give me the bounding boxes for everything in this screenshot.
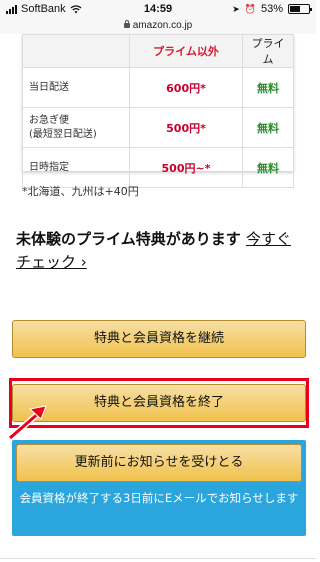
notify-description: 会員資格が終了する3日前にEメールでお知らせします bbox=[19, 491, 299, 505]
notify-before-renewal-button[interactable]: 更新前にお知らせを受けとる bbox=[16, 444, 302, 482]
divider bbox=[0, 558, 316, 559]
table-row: 日時指定 500円~* 無料 bbox=[22, 147, 294, 188]
battery-icon bbox=[288, 4, 312, 14]
shipping-table: プライム以外 プライム 当日配送 600円* 無料 お急ぎ便 (最短翌日配送) … bbox=[22, 34, 294, 188]
row-non-prime-price: 500円* bbox=[129, 107, 243, 148]
url-domain: amazon.co.jp bbox=[132, 20, 193, 31]
row-prime-price: 無料 bbox=[242, 147, 294, 188]
row-label: お急ぎ便 (最短翌日配送) bbox=[22, 107, 130, 148]
row-label: 当日配送 bbox=[22, 67, 130, 108]
row-non-prime-price: 600円* bbox=[129, 67, 243, 108]
promo-text: 未体験のプライム特典があります bbox=[16, 230, 241, 248]
table-header-non-prime: プライム以外 bbox=[129, 34, 243, 68]
lock-icon bbox=[123, 19, 130, 28]
alarm-icon: ⏰ bbox=[244, 3, 256, 14]
row-prime-price: 無料 bbox=[242, 107, 294, 148]
row-prime-price: 無料 bbox=[242, 67, 294, 108]
table-header-empty bbox=[22, 34, 130, 68]
prime-benefit-promo: 未体験のプライム特典があります 今すぐチェック › bbox=[16, 228, 302, 274]
red-arrow-icon bbox=[8, 405, 47, 440]
table-row: お急ぎ便 (最短翌日配送) 500円* 無料 bbox=[22, 107, 294, 148]
continue-membership-button[interactable]: 特典と会員資格を継続 bbox=[12, 320, 306, 358]
shipping-note: *北海道、九州は+40円 bbox=[22, 185, 139, 198]
battery-percent: 53% bbox=[260, 3, 283, 15]
row-non-prime-price: 500円~* bbox=[129, 147, 243, 188]
battery-fill bbox=[290, 6, 300, 12]
table-row: 当日配送 600円* 無料 bbox=[22, 67, 294, 108]
url-bar[interactable]: amazon.co.jp bbox=[0, 19, 316, 34]
end-membership-button[interactable]: 特典と会員資格を終了 bbox=[12, 384, 306, 422]
row-label: 日時指定 bbox=[22, 147, 130, 188]
table-header-row: プライム以外 プライム bbox=[22, 34, 294, 68]
location-icon: ➤ bbox=[232, 3, 240, 14]
status-bar: SoftBank 14:59 ➤ ⏰ 53% bbox=[0, 0, 316, 20]
status-right: ➤ ⏰ 53% bbox=[232, 3, 312, 15]
table-header-prime: プライム bbox=[242, 34, 294, 68]
